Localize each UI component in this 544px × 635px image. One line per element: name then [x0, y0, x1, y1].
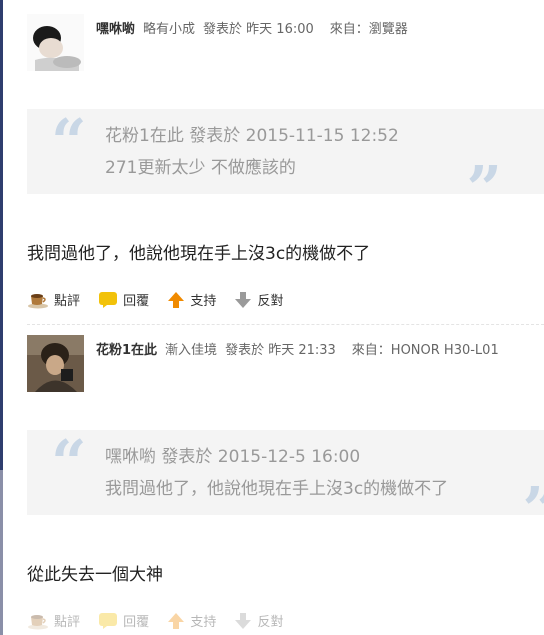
post-meta: 嘿咻喲 略有小成 發表於 昨天 16:00 來自：瀏覽器: [96, 18, 408, 37]
post-actions: 點評 回覆 支持 反對: [27, 611, 297, 633]
user-avatar-image: [27, 335, 84, 392]
support-button[interactable]: 支持: [167, 611, 216, 630]
post-meta: 花粉1在此 漸入佳境 發表於 昨天 21:33 來自：HONOR H30-L01: [96, 339, 499, 358]
user-level: 略有小成: [143, 22, 196, 37]
post-actions: 點評 回覆 支持 反對: [27, 290, 297, 312]
post-source: 來自：瀏覽器: [329, 22, 408, 37]
post-body: 我問過他了，他說他現在手上沒3c的機做不了: [27, 244, 371, 264]
avatar[interactable]: [27, 335, 84, 392]
comment-button[interactable]: 點評: [27, 290, 80, 309]
quote-author-line: 花粉1在此 發表於 2015-11-15 12:52: [105, 126, 399, 146]
speech-bubble-icon: [99, 291, 118, 308]
post-time: 發表於 昨天 21:33: [225, 343, 336, 358]
close-quote-icon: ”: [466, 152, 502, 195]
reply-button[interactable]: 回覆: [98, 611, 149, 630]
avatar[interactable]: [27, 14, 84, 71]
close-quote-icon: ”: [522, 479, 544, 516]
quote-author-line: 嘿咻喲 發表於 2015-12-5 16:00: [105, 447, 361, 467]
user-avatar-image: [27, 14, 84, 71]
username-link[interactable]: 花粉1在此: [96, 343, 157, 358]
post-time: 發表於 昨天 16:00: [203, 22, 314, 37]
post-source: 來自：HONOR H30-L01: [351, 343, 499, 358]
coffee-cup-icon: [28, 293, 48, 308]
username-link[interactable]: 嘿咻喲: [96, 22, 135, 37]
coffee-cup-icon: [28, 614, 48, 629]
support-button[interactable]: 支持: [167, 290, 216, 309]
thumb-up-arrow-icon: [168, 612, 185, 629]
user-level: 漸入佳境: [165, 343, 218, 358]
down-arrow-icon: [235, 291, 252, 308]
comment-button[interactable]: 點評: [27, 611, 80, 630]
quote-block: “ ” 嘿咻喲 發表於 2015-12-5 16:00 我問過他了，他說他現在手…: [27, 430, 544, 515]
reply-button[interactable]: 回覆: [98, 290, 149, 309]
quote-block: “ ” 花粉1在此 發表於 2015-11-15 12:52 271更新太少 不…: [27, 109, 544, 194]
post-body: 從此失去一個大神: [27, 565, 163, 585]
oppose-button[interactable]: 反對: [234, 290, 283, 309]
speech-bubble-icon: [99, 612, 118, 629]
left-edge-bar: [0, 0, 3, 635]
open-quote-icon: “: [51, 430, 87, 499]
thumb-up-arrow-icon: [168, 291, 185, 308]
post-divider: [27, 324, 544, 325]
quote-text: 我問過他了，他說他現在手上沒3c的機做不了: [105, 479, 449, 499]
down-arrow-icon: [235, 612, 252, 629]
quote-text: 271更新太少 不做應該的: [105, 158, 296, 178]
oppose-button[interactable]: 反對: [234, 611, 283, 630]
open-quote-icon: “: [51, 109, 87, 178]
